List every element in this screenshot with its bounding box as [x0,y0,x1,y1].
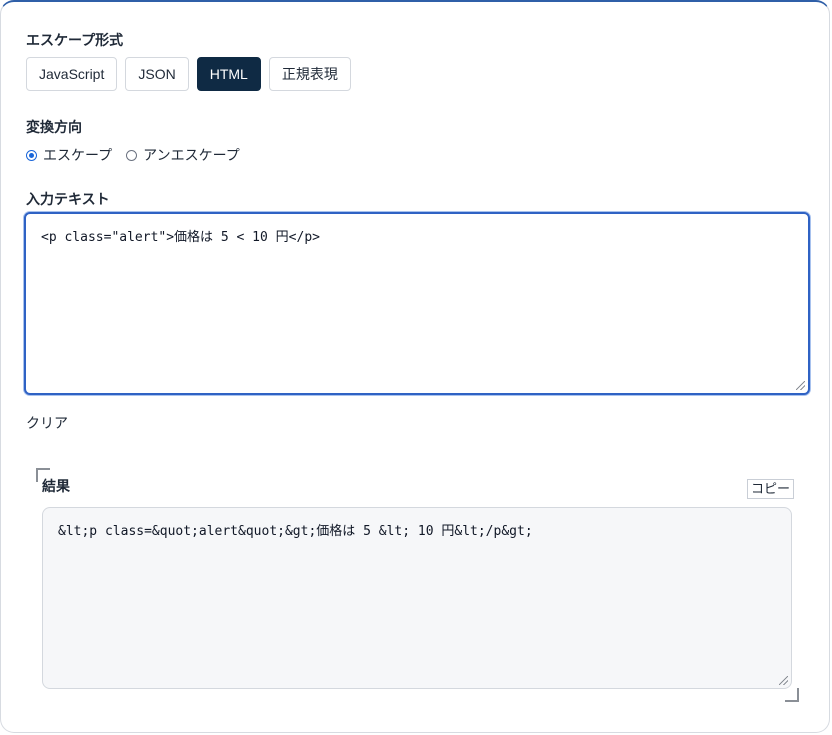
format-javascript-button[interactable]: JavaScript [26,57,118,91]
input-text-value: <p class="alert">価格は 5 < 10 円</p> [41,230,320,245]
resize-handle-icon[interactable] [779,676,788,685]
direction-label: 変換方向 [26,120,82,136]
result-output[interactable]: &lt;p class=&quot;alert&quot;&gt;価格は 5 &… [42,507,792,689]
radio-unescape[interactable] [126,149,138,161]
resize-handle-icon[interactable] [796,381,805,390]
radio-escape[interactable] [26,149,37,161]
format-button-group: JavaScript JSON HTML 正規表現 [26,57,351,91]
escape-format-label: エスケープ形式 [26,33,124,49]
input-text-label: 入力テキスト [26,192,110,208]
corner-bracket-icon [785,688,799,702]
direction-radio-group: エスケープ アンエスケープ [26,145,254,165]
format-json-button[interactable]: JSON [125,57,189,91]
tool-card: エスケープ形式 JavaScript JSON HTML 正規表現 変換方向 エ… [0,0,830,733]
format-regex-button[interactable]: 正規表現 [268,57,351,91]
format-html-button[interactable]: HTML [196,57,261,91]
result-label: 結果 [42,479,70,495]
radio-unescape-label[interactable]: アンエスケープ [143,145,240,165]
clear-button[interactable]: クリア [26,413,68,433]
input-textarea[interactable]: <p class="alert">価格は 5 < 10 円</p> [24,212,810,395]
result-text-value: &lt;p class=&quot;alert&quot;&gt;価格は 5 &… [58,524,533,539]
radio-escape-label[interactable]: エスケープ [43,145,112,165]
copy-button[interactable]: コピー [747,479,795,499]
